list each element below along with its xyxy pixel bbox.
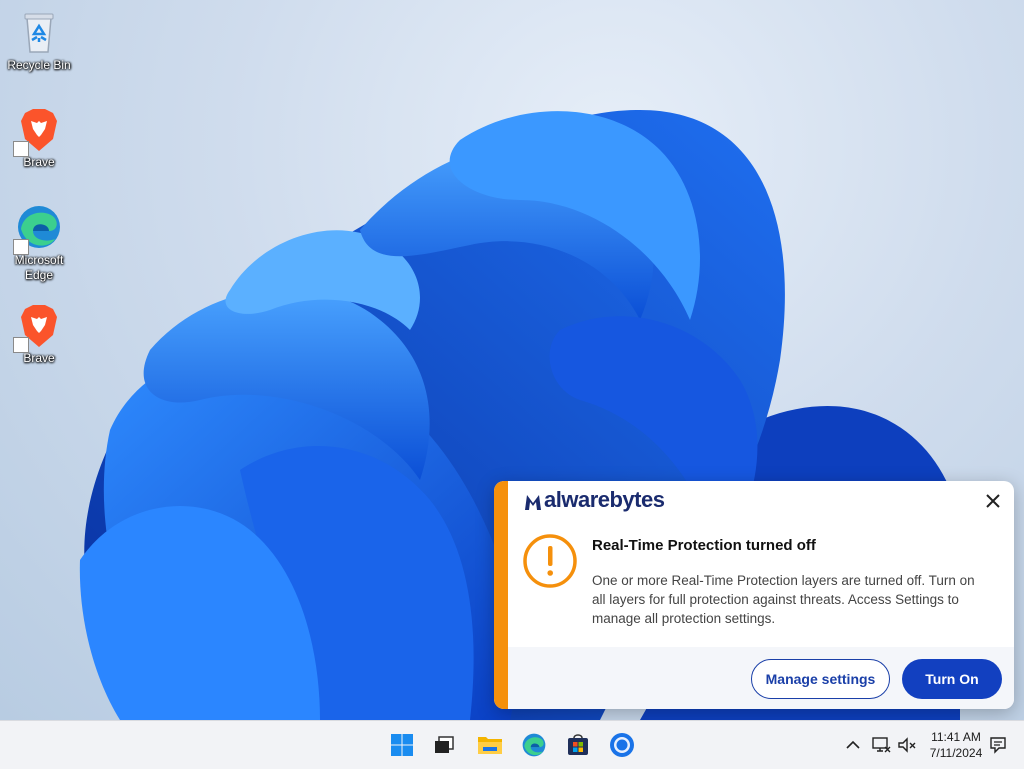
close-icon: [986, 494, 1000, 508]
edge-taskbar-button[interactable]: [518, 729, 550, 761]
notification-center-button[interactable]: [986, 733, 1010, 757]
brave-icon: [13, 301, 63, 353]
warning-accent-bar: [494, 481, 508, 709]
shortcut-arrow-icon: [13, 337, 29, 353]
desktop-icon-microsoft-edge[interactable]: Microsoft Edge: [4, 203, 74, 283]
taskbar: 11:41 AM 7/11/2024: [0, 720, 1024, 769]
file-explorer-button[interactable]: [474, 729, 506, 761]
edge-icon: [522, 733, 546, 757]
desktop-icon-recycle-bin[interactable]: Recycle Bin: [4, 8, 74, 73]
shortcut-arrow-icon: [13, 141, 29, 157]
file-explorer-icon: [478, 737, 502, 754]
clock-date: 7/11/2024: [929, 746, 983, 760]
chevron-up-icon: [846, 740, 860, 749]
malwarebytes-logo-icon: [524, 491, 542, 510]
desktop-icon-brave[interactable]: Brave: [4, 301, 74, 366]
task-view-button[interactable]: [428, 729, 460, 761]
shortcut-arrow-icon: [13, 239, 29, 255]
chrome-button[interactable]: [606, 729, 638, 761]
desktop-icon-label: Microsoft Edge: [14, 253, 64, 282]
close-button[interactable]: [982, 490, 1004, 512]
chrome-icon: [610, 733, 634, 757]
desktop-icon-label: Brave: [23, 155, 55, 169]
manage-settings-button[interactable]: Manage settings: [751, 659, 890, 699]
volume-icon: [898, 737, 916, 753]
system-clock[interactable]: 11:41 AM 7/11/2024: [922, 729, 990, 761]
edge-icon: [13, 203, 63, 255]
notification-icon: [990, 737, 1006, 754]
notification-title: Real-Time Protection turned off: [592, 537, 816, 554]
start-icon: [391, 734, 413, 756]
malwarebytes-notification: alwarebytes Real-Time Protection turned …: [494, 481, 1014, 709]
desktop: Recycle Bin Brave Microsoft Edge Brave a…: [0, 0, 1024, 720]
desktop-icon-brave[interactable]: Brave: [4, 105, 74, 170]
turn-on-button[interactable]: Turn On: [902, 659, 1002, 699]
recycle-bin-icon: [15, 8, 63, 56]
malwarebytes-brand: alwarebytes: [524, 487, 665, 513]
show-hidden-icons-button[interactable]: [841, 733, 865, 757]
brand-name: alwarebytes: [544, 487, 665, 512]
start-button[interactable]: [386, 729, 418, 761]
store-icon: [568, 734, 588, 755]
warning-icon: [522, 533, 578, 589]
notification-message: One or more Real-Time Protection layers …: [592, 573, 975, 626]
desktop-icon-label: Recycle Bin: [7, 58, 71, 72]
network-button[interactable]: [869, 733, 893, 757]
brave-icon: [13, 105, 63, 157]
task-view-icon: [435, 736, 454, 753]
network-icon: [872, 737, 891, 753]
desktop-icon-label: Brave: [23, 351, 55, 365]
volume-button[interactable]: [895, 733, 919, 757]
clock-time: 11:41 AM: [931, 730, 981, 744]
store-button[interactable]: [562, 729, 594, 761]
